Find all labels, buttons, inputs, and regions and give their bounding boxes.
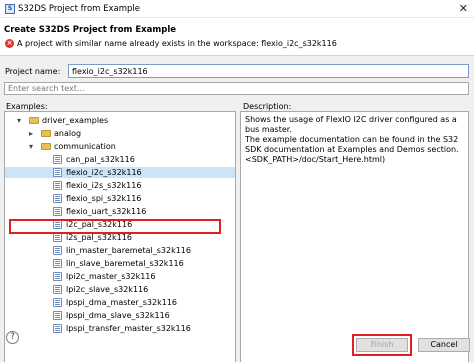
project-icon <box>53 233 62 242</box>
tree-item-label: can_pal_s32k116 <box>66 155 135 164</box>
page-title: Create S32DS Project from Example <box>4 25 176 35</box>
project-name-label: Project name: <box>5 67 61 76</box>
project-icon <box>53 181 62 190</box>
description-label: Description: <box>243 102 292 111</box>
tree-item-label: flexio_i2c_s32k116 <box>66 168 142 177</box>
tree-project-item[interactable]: lpspi_dma_master_s32k116 <box>5 297 235 308</box>
project-icon <box>53 155 62 164</box>
tree-item-label: lpi2c_master_s32k116 <box>66 272 156 281</box>
chevron-down-icon[interactable]: ▾ <box>29 141 37 152</box>
wizard-header: Create S32DS Project from Example × A pr… <box>0 18 474 56</box>
description-line: Shows the usage of FlexIO I2C driver con… <box>245 115 457 134</box>
tree-item-label: flexio_spi_s32k116 <box>66 194 142 203</box>
project-icon <box>53 220 62 229</box>
tree-folder-item[interactable]: ▾ communication <box>5 141 235 152</box>
project-name-input[interactable] <box>68 64 469 78</box>
error-icon: × <box>5 39 14 48</box>
project-icon <box>53 324 62 333</box>
folder-icon <box>41 143 51 150</box>
tree-project-item[interactable]: i2c_pal_s32k116 <box>5 219 235 230</box>
chevron-down-icon[interactable]: ▾ <box>17 115 25 126</box>
tree-project-item[interactable]: flexio_i2s_s32k116 <box>5 180 235 191</box>
help-icon[interactable]: ? <box>6 331 19 344</box>
project-icon <box>53 246 62 255</box>
description-line: The example documentation can be found i… <box>245 135 459 154</box>
description-panel: Shows the usage of FlexIO I2C driver con… <box>240 111 469 362</box>
tree-project-item[interactable]: can_pal_s32k116 <box>5 154 235 165</box>
chevron-right-icon[interactable]: ▸ <box>29 128 37 139</box>
project-icon <box>53 168 62 177</box>
app-icon: S <box>5 4 15 14</box>
project-icon <box>53 311 62 320</box>
tree-item-label: i2s_pal_s32k116 <box>66 233 132 242</box>
project-icon <box>53 298 62 307</box>
tree-item-label: lpspi_transfer_master_s32k116 <box>66 324 191 333</box>
examples-label: Examples: <box>6 102 48 111</box>
folder-icon <box>41 130 51 137</box>
wizard-content: Project name: Examples: Description: lps… <box>0 56 474 362</box>
title-bar: S S32DS Project from Example ✕ <box>0 0 474 18</box>
tree-project-item[interactable]: lpi2c_master_s32k116 <box>5 271 235 282</box>
tree-project-item[interactable]: flexio_uart_s32k116 <box>5 206 235 217</box>
project-icon <box>53 259 62 268</box>
tree-project-item[interactable]: lin_master_baremetal_s32k116 <box>5 245 235 256</box>
description-line: <SDK_PATH>/doc/Start_Here.html) <box>245 155 386 164</box>
tree-item-label: lpspi_dma_slave_s32k116 <box>66 311 170 320</box>
project-icon <box>53 285 62 294</box>
tree-project-item[interactable]: lpspi_dma_slave_s32k116 <box>5 310 235 321</box>
tree-item-label: analog <box>54 129 82 138</box>
tree-item-label: lpspi_dma_master_s32k116 <box>66 298 178 307</box>
tree-item-label: communication <box>54 142 116 151</box>
tree-project-item[interactable]: lpi2c_slave_s32k116 <box>5 284 235 295</box>
tree-item-label: lin_slave_baremetal_s32k116 <box>66 259 184 268</box>
tree-item-label: i2c_pal_s32k116 <box>66 220 133 229</box>
project-icon <box>53 272 62 281</box>
project-icon <box>53 194 62 203</box>
tree-project-item[interactable]: lin_slave_baremetal_s32k116 <box>5 258 235 269</box>
tree-item-label: flexio_uart_s32k116 <box>66 207 147 216</box>
tree-item-label: driver_examples <box>42 116 109 125</box>
tree-folder-item[interactable]: ▾ driver_examples <box>5 115 235 126</box>
close-icon[interactable]: ✕ <box>459 2 468 15</box>
tree-project-item[interactable]: flexio_i2c_s32k116 <box>5 167 235 178</box>
tree-folder-item[interactable]: ▸ analog <box>5 128 235 139</box>
cancel-button[interactable]: Cancel <box>418 338 470 352</box>
tree-item-label: flexio_i2s_s32k116 <box>66 181 142 190</box>
error-message: A project with similar name already exis… <box>17 39 337 48</box>
tree-project-item[interactable]: lpspi_transfer_master_s32k116 <box>5 323 235 334</box>
window-title: S32DS Project from Example <box>18 4 140 14</box>
tree-item-label: lin_master_baremetal_s32k116 <box>66 246 191 255</box>
project-icon <box>53 207 62 216</box>
examples-tree[interactable]: lpspi_transfer_master_s32k116 lpspi_dma_s… <box>4 111 236 362</box>
tree-item-label: lpi2c_slave_s32k116 <box>66 285 149 294</box>
tree-project-item[interactable]: i2s_pal_s32k116 <box>5 232 235 243</box>
folder-icon <box>29 117 39 124</box>
finish-button[interactable]: Finish <box>356 338 408 352</box>
tree-project-item[interactable]: flexio_spi_s32k116 <box>5 193 235 204</box>
search-input[interactable] <box>4 82 469 95</box>
